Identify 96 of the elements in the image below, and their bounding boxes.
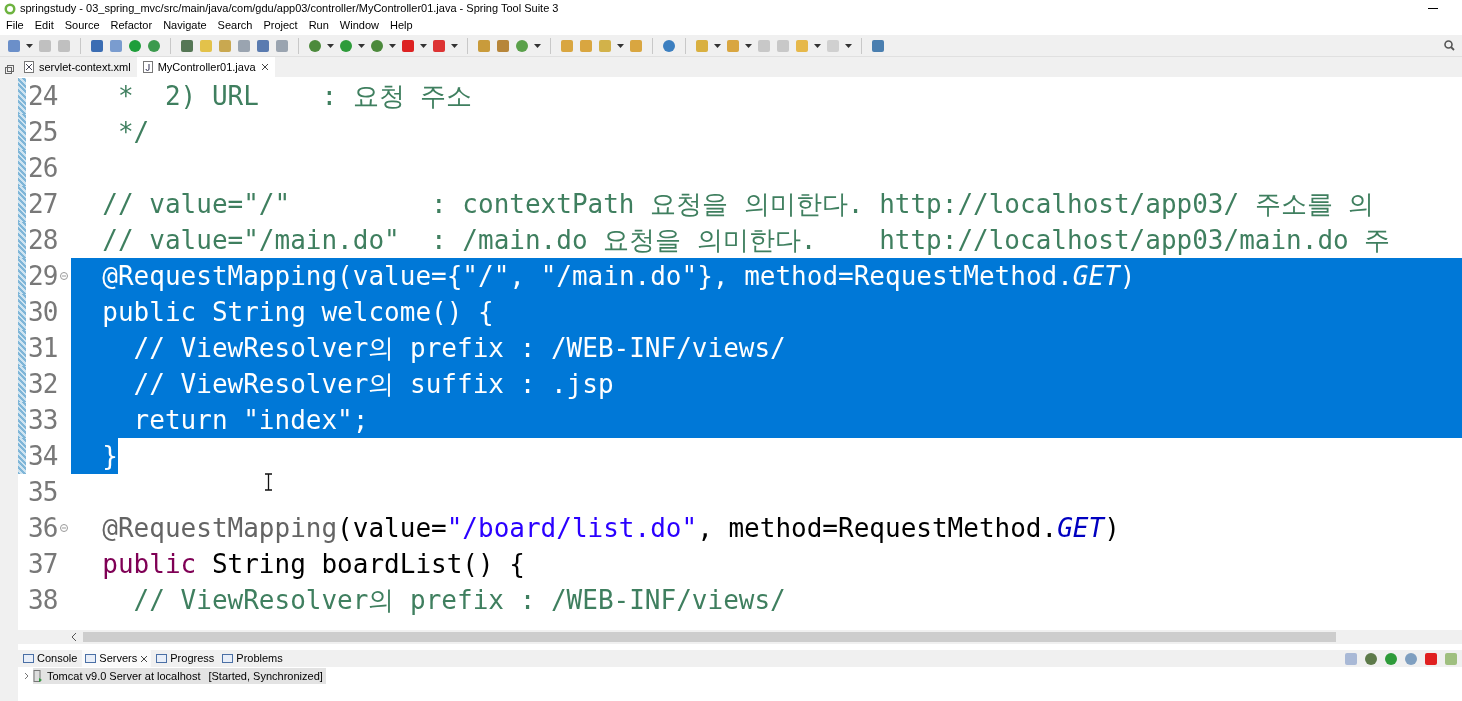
square-icon[interactable] [90, 38, 104, 53]
close-icon[interactable] [260, 63, 269, 71]
code-line: * 2) URL : 요청 주소 [116, 79, 473, 113]
line-number: 38 [28, 583, 58, 617]
square-icon[interactable] [256, 38, 270, 53]
menu-item[interactable]: Project [263, 16, 298, 34]
caret-icon[interactable] [814, 43, 821, 48]
line-number: 24 [28, 79, 58, 113]
view-icon [222, 653, 234, 664]
server-icon [33, 670, 43, 682]
square-icon[interactable] [109, 38, 123, 53]
menu-item[interactable]: Edit [34, 16, 54, 34]
caret-icon[interactable] [745, 43, 752, 48]
caret-icon[interactable] [26, 43, 33, 48]
circle-icon[interactable] [662, 38, 676, 53]
xml-file-icon [24, 61, 34, 73]
square-icon[interactable] [726, 38, 740, 53]
circle-icon[interactable] [515, 38, 529, 53]
code-line: // value="/main.do" : /main.do 요청을 의미한다. http://localhost/app03/main.do 주 [101, 223, 1391, 257]
line-number: 37 [28, 547, 58, 581]
circle-icon[interactable] [370, 38, 384, 53]
scroll-left-icon[interactable] [71, 633, 77, 641]
menu-item[interactable]: Help [390, 16, 413, 34]
java-file-icon [142, 61, 153, 73]
search-icon[interactable] [1444, 40, 1455, 51]
close-icon[interactable] [140, 654, 149, 663]
square-icon[interactable] [1424, 651, 1438, 666]
line-number: 29 [28, 259, 58, 293]
square-icon[interactable] [218, 38, 232, 53]
caret-icon[interactable] [534, 43, 541, 48]
view-tab[interactable]: Servers [82, 650, 152, 667]
caret-icon[interactable] [420, 43, 427, 48]
menu-item[interactable]: Refactor [110, 16, 153, 34]
code-line: // ViewResolver의 prefix : /WEB-INF/views/ [132, 583, 786, 617]
caret-icon[interactable] [358, 43, 365, 48]
circle-icon[interactable] [1364, 651, 1378, 666]
square-icon[interactable] [180, 38, 194, 53]
view-tab[interactable]: Problems [219, 650, 286, 667]
square-icon[interactable] [579, 38, 593, 53]
circle-icon[interactable] [128, 38, 142, 53]
circle-icon[interactable] [1404, 651, 1418, 666]
view-icon [85, 653, 97, 664]
line-number: 27 [28, 187, 58, 221]
view-icon [156, 653, 168, 664]
menu-item[interactable]: Window [339, 16, 379, 34]
code-line: public String boardList() { [101, 547, 525, 581]
scrollbar-thumb[interactable] [83, 632, 1336, 642]
text-cursor-icon [264, 473, 273, 491]
menu-item[interactable]: File [6, 16, 24, 34]
menu-item[interactable]: Search [217, 16, 253, 34]
square-icon[interactable] [275, 38, 289, 53]
square-icon[interactable] [401, 38, 415, 53]
fold-icon[interactable] [60, 272, 68, 280]
line-number: 33 [28, 403, 58, 437]
square-icon[interactable] [496, 38, 510, 53]
caret-icon[interactable] [327, 43, 334, 48]
caret-icon[interactable] [451, 43, 458, 48]
square-icon[interactable] [629, 38, 643, 53]
caret-icon[interactable] [714, 43, 721, 48]
expand-icon[interactable] [24, 672, 29, 680]
square-icon[interactable] [560, 38, 574, 53]
line-number: 32 [28, 367, 58, 401]
circle-icon[interactable] [308, 38, 322, 53]
square-icon[interactable] [7, 38, 21, 53]
code-line: */ [116, 115, 150, 149]
menu-item[interactable]: Source [64, 16, 100, 34]
editor-tab[interactable]: MyController01.java [136, 57, 275, 77]
caret-icon[interactable] [845, 43, 852, 48]
square-icon[interactable] [871, 38, 885, 53]
line-number: 34 [28, 439, 58, 473]
circle-icon[interactable] [1384, 651, 1398, 666]
view-tab[interactable]: Progress [153, 650, 218, 667]
line-number: 28 [28, 223, 58, 257]
line-number: 35 [28, 475, 58, 509]
line-number: 25 [28, 115, 58, 149]
view-icon [23, 653, 34, 664]
server-item[interactable]: Tomcat v9.0 Server at localhost [Started, Synchronized] [33, 668, 326, 684]
window-title: springstudy - 03_spring_mvc/src/main/java/com/gdu/app03/controller/MyController01.java - Spring Tool Suite 3 [20, 1, 559, 17]
square-icon[interactable] [237, 38, 251, 53]
menu-item[interactable]: Run [308, 16, 329, 34]
menu-item[interactable]: Navigate [163, 16, 207, 34]
code-line: @RequestMapping(value="/board/list.do", method=RequestMethod.GET) [101, 511, 1120, 545]
restore-icon[interactable] [4, 65, 14, 74]
square-icon[interactable] [477, 38, 491, 53]
caret-icon[interactable] [617, 43, 624, 48]
circle-icon[interactable] [147, 38, 161, 53]
line-number: 30 [28, 295, 58, 329]
line-number: 31 [28, 331, 58, 365]
line-number: 36 [28, 511, 58, 545]
line-number: 26 [28, 151, 58, 185]
caret-icon[interactable] [389, 43, 396, 48]
circle-icon[interactable] [339, 38, 353, 53]
view-tab[interactable]: Console [20, 650, 81, 667]
fold-icon[interactable] [60, 524, 68, 532]
code-line: // value="/" : contextPath 요청을 의미한다. http://localhost/app03/ 주소를 의 [101, 187, 1375, 221]
square-icon[interactable] [432, 38, 446, 53]
